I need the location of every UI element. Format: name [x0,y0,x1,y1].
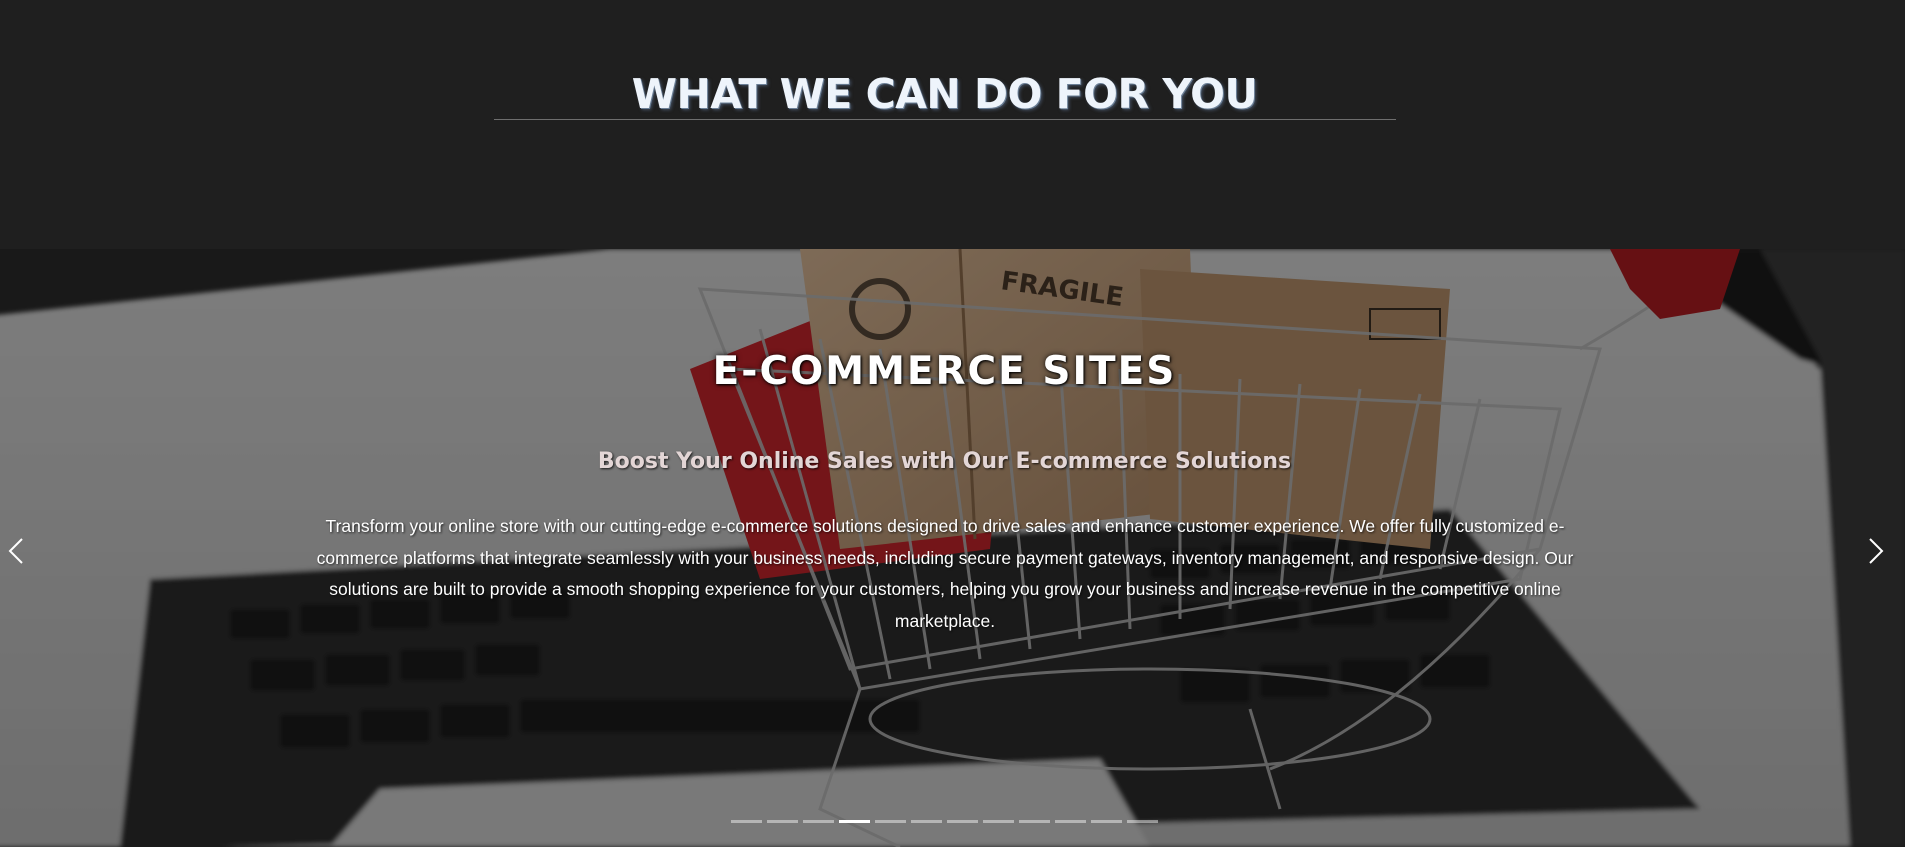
carousel-indicator-8[interactable] [983,820,1014,823]
section-title: WHAT WE CAN DO FOR YOU [631,70,1258,118]
carousel-indicator-12[interactable] [1127,820,1158,823]
carousel-indicators [731,820,1158,826]
slide-subtitle: Boost Your Online Sales with Our E-comme… [597,449,1292,474]
slide-title: E-COMMERCE SITES [712,349,1177,394]
slide-content: E-COMMERCE SITES Boost Your Online Sales… [0,249,1889,847]
chevron-right-icon [1869,538,1884,564]
carousel-indicator-9[interactable] [1019,820,1050,823]
carousel-indicator-11[interactable] [1091,820,1122,823]
carousel-indicator-2[interactable] [767,820,798,823]
slide-description: Transform your online store with our cut… [316,516,1574,631]
carousel-indicator-5[interactable] [875,820,906,823]
services-header-section: WHAT WE CAN DO FOR YOU [0,0,1905,249]
services-carousel: FRAGILE E-COMMERCE SITES Boost Your Onli… [0,249,1905,847]
carousel-indicator-4[interactable] [839,820,870,823]
carousel-indicator-6[interactable] [911,820,942,823]
carousel-prev-button[interactable] [2,531,32,571]
carousel-indicator-10[interactable] [1055,820,1086,823]
chevron-left-icon [8,538,23,564]
carousel-indicator-7[interactable] [947,820,978,823]
carousel-indicator-1[interactable] [731,820,762,823]
carousel-indicator-3[interactable] [803,820,834,823]
carousel-next-button[interactable] [1860,531,1890,571]
title-underline-divider [494,119,1396,120]
